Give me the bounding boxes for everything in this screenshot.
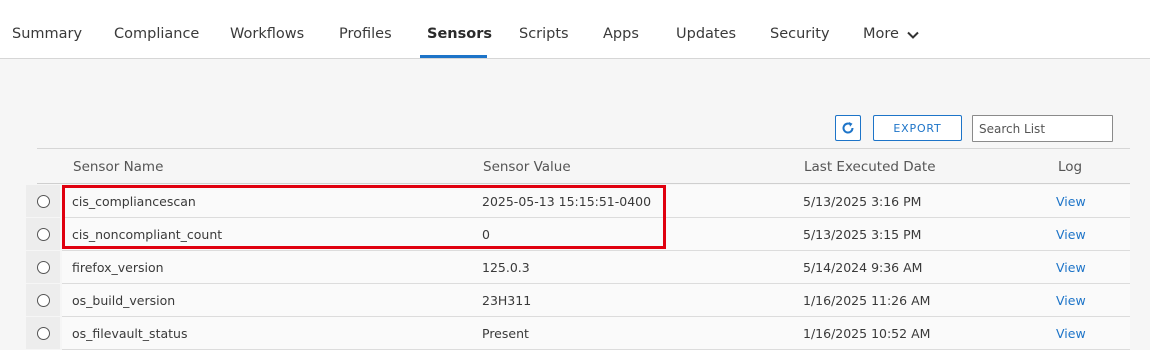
export-button[interactable]: EXPORT [873,115,962,141]
view-log-link[interactable]: View [1056,194,1086,209]
row-radio[interactable] [36,326,50,340]
tab-apps[interactable]: Apps [603,26,639,42]
column-header-last-executed-date[interactable]: Last Executed Date [804,159,936,175]
last-executed-cell: 1/16/2025 11:26 AM [803,293,931,308]
row-radio[interactable] [36,293,50,307]
last-executed-cell: 5/13/2025 3:16 PM [803,194,922,209]
refresh-button[interactable] [835,115,861,141]
tab-more[interactable]: More [863,26,899,42]
sensor-value-cell: 125.0.3 [482,260,530,275]
row-selector [26,251,60,283]
tab-security[interactable]: Security [770,26,830,42]
refresh-icon [842,122,854,134]
row-selector [26,185,60,217]
row-selector [26,284,60,316]
search-input[interactable] [972,115,1113,142]
row-body: cis_noncompliant_count 0 5/13/2025 3:15 … [62,218,1130,251]
sensor-name-cell: cis_noncompliant_count [72,227,223,242]
tab-compliance[interactable]: Compliance [114,26,199,42]
view-log-link[interactable]: View [1056,293,1086,308]
top-nav-tabs: Summary Compliance Workflows Profiles Se… [0,0,1150,59]
tab-workflows[interactable]: Workflows [230,26,304,42]
row-radio[interactable] [36,260,50,274]
last-executed-cell: 5/13/2025 3:15 PM [803,227,922,242]
column-header-sensor-value[interactable]: Sensor Value [483,159,571,175]
table-row: cis_compliancescan 2025-05-13 15:15:51-0… [26,185,1130,218]
tab-updates[interactable]: Updates [676,26,736,42]
row-body: firefox_version 125.0.3 5/14/2024 9:36 A… [62,251,1130,284]
row-selector [26,218,60,250]
table-row: os_filevault_status Present 1/16/2025 10… [26,317,1130,350]
row-body: os_build_version 23H311 1/16/2025 11:26 … [62,284,1130,317]
column-header-log[interactable]: Log [1058,159,1082,175]
table-row: firefox_version 125.0.3 5/14/2024 9:36 A… [26,251,1130,284]
sensor-name-cell: firefox_version [72,260,164,275]
tab-scripts[interactable]: Scripts [519,26,569,42]
row-radio[interactable] [36,227,50,241]
table-header: Sensor Name Sensor Value Last Executed D… [37,148,1130,184]
sensor-name-cell: os_build_version [72,293,176,308]
view-log-link[interactable]: View [1056,227,1086,242]
sensor-value-cell: 23H311 [482,293,532,308]
view-log-link[interactable]: View [1056,326,1086,341]
row-body: os_filevault_status Present 1/16/2025 10… [62,317,1130,350]
table-row: os_build_version 23H311 1/16/2025 11:26 … [26,284,1130,317]
column-header-sensor-name[interactable]: Sensor Name [73,159,163,175]
row-body: cis_compliancescan 2025-05-13 15:15:51-0… [62,185,1130,218]
sensor-value-cell: 2025-05-13 15:15:51-0400 [482,194,652,209]
tab-summary[interactable]: Summary [12,26,82,42]
sensor-value-cell: 0 [482,227,490,242]
active-tab-indicator [420,55,487,58]
row-selector [26,317,60,349]
chevron-down-icon[interactable] [906,28,920,42]
view-log-link[interactable]: View [1056,260,1086,275]
last-executed-cell: 1/16/2025 10:52 AM [803,326,931,341]
sensor-name-cell: cis_compliancescan [72,194,196,209]
tab-profiles[interactable]: Profiles [339,26,392,42]
sensor-value-cell: Present [482,326,529,341]
sensor-name-cell: os_filevault_status [72,326,188,341]
table-row: cis_noncompliant_count 0 5/13/2025 3:15 … [26,218,1130,251]
last-executed-cell: 5/14/2024 9:36 AM [803,260,923,275]
tab-sensors[interactable]: Sensors [427,26,492,42]
row-radio[interactable] [36,194,50,208]
